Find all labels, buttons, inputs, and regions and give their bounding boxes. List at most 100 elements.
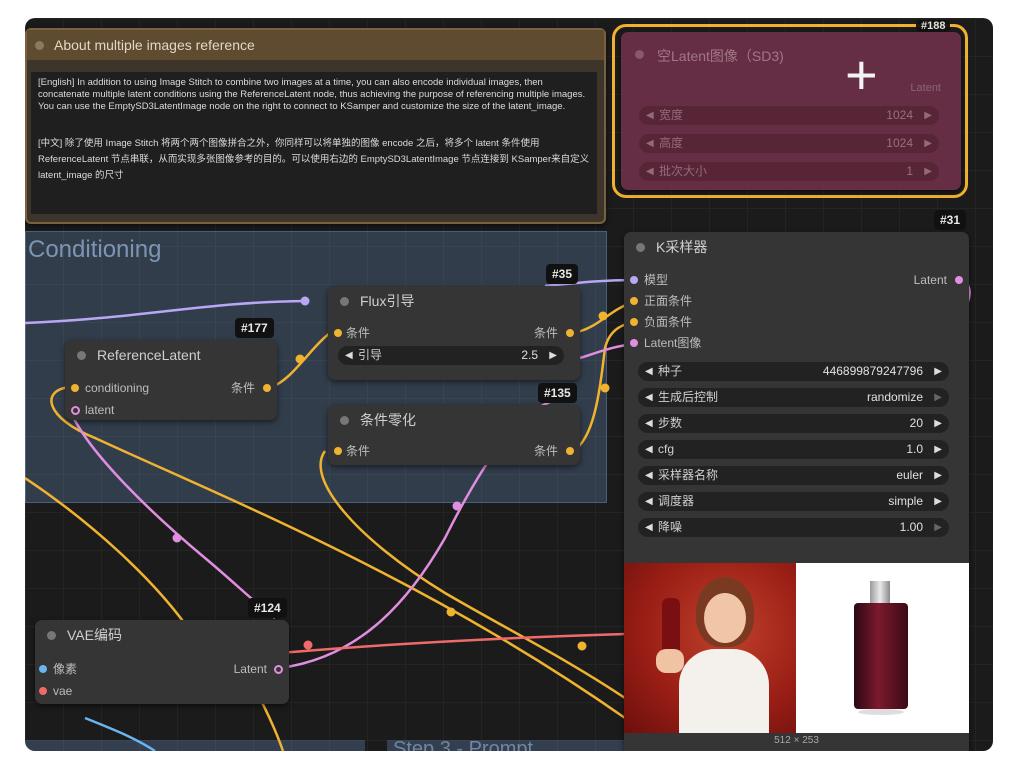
collapse-dot[interactable] [636, 243, 645, 252]
right-arrow-icon[interactable]: ▶ [924, 106, 932, 125]
widget-label: 高度 [659, 136, 684, 150]
left-arrow-icon[interactable]: ◀ [646, 106, 654, 125]
guidance-widget[interactable]: ◀ 引导 2.5 ▶ [338, 346, 564, 365]
collapse-dot[interactable] [635, 50, 644, 59]
note-body[interactable]: [English] In addition to using Image Sti… [31, 72, 597, 214]
right-arrow-icon[interactable]: ▶ [934, 414, 942, 433]
input-label-conditioning: conditioning [85, 381, 150, 395]
preview-image[interactable]: 512 × 253 [624, 563, 969, 746]
conditioning-output-port[interactable] [263, 384, 271, 392]
collapse-dot[interactable] [77, 351, 86, 360]
left-arrow-icon[interactable]: ◀ [645, 492, 653, 511]
conditioning-input-port[interactable] [334, 447, 342, 455]
left-arrow-icon[interactable]: ◀ [645, 518, 653, 537]
node-id-badge: #177 [235, 318, 274, 338]
right-arrow-icon[interactable]: ▶ [934, 518, 942, 537]
widget-label: 生成后控制 [658, 390, 719, 404]
left-arrow-icon[interactable]: ◀ [645, 388, 653, 407]
right-arrow-icon[interactable]: ▶ [934, 492, 942, 511]
ksampler-widget[interactable]: ◀ 种子 446899879247796 ▶ [638, 362, 949, 381]
latent-widget[interactable]: ◀ 高度 1024 ▶ [639, 134, 939, 153]
latent-widget[interactable]: ◀ 批次大小 1 ▶ [639, 162, 939, 181]
preview-person-image [624, 563, 796, 733]
output-label: 条件 [533, 444, 558, 458]
note-chinese-text: [中文] 除了使用 Image Stitch 将两个两个图像拼合之外，你同样可以… [38, 138, 590, 181]
widget-label: 降噪 [658, 520, 683, 534]
left-arrow-icon[interactable]: ◀ [645, 362, 653, 381]
right-arrow-icon[interactable]: ▶ [934, 388, 942, 407]
widget-value: 1.0 [906, 442, 923, 456]
ksampler-node[interactable]: #31 K采样器 模型 正面条件 负面条件 Latent图像 Latent ◀ 种… [624, 210, 969, 751]
right-arrow-icon[interactable]: ▶ [934, 440, 942, 459]
left-arrow-icon[interactable]: ◀ [345, 346, 353, 365]
collapse-dot[interactable] [340, 297, 349, 306]
vae-input-port[interactable] [39, 687, 47, 695]
note-header[interactable]: About multiple images reference [27, 30, 604, 60]
ksampler-widget[interactable]: ◀ cfg 1.0 ▶ [638, 440, 949, 459]
ksampler-widget[interactable]: ◀ 降噪 1.00 ▶ [638, 518, 949, 537]
zero-conditioning-node[interactable]: #135 条件零化 条件 条件 [328, 383, 580, 465]
left-arrow-icon[interactable]: ◀ [645, 414, 653, 433]
conditioning-input-port[interactable] [71, 384, 79, 392]
widget-label: 采样器名称 [658, 468, 719, 482]
collapse-dot[interactable] [35, 41, 44, 50]
node-title: 条件零化 [360, 412, 416, 428]
right-arrow-icon[interactable]: ▶ [934, 466, 942, 485]
node-title: VAE编码 [67, 627, 122, 643]
left-arrow-icon[interactable]: ◀ [645, 466, 653, 485]
workflow-canvas[interactable]: Conditioning Step 3 - Prompt About multi… [25, 18, 993, 751]
pixels-input-port[interactable] [39, 665, 47, 673]
model-input-port[interactable] [630, 276, 638, 284]
widget-value: euler [896, 468, 923, 482]
latent-output-port[interactable] [955, 276, 963, 284]
positive-input-port[interactable] [630, 297, 638, 305]
preview-caption: 512 × 253 [774, 735, 819, 746]
output-label: 条件 [533, 326, 558, 340]
latent-output-port[interactable] [274, 665, 283, 674]
left-arrow-icon[interactable]: ◀ [646, 162, 654, 181]
node-title: Flux引导 [360, 293, 415, 309]
widget-value: 1024 [886, 108, 913, 122]
left-arrow-icon[interactable]: ◀ [646, 134, 654, 153]
widget-label: 宽度 [659, 108, 684, 122]
left-arrow-icon[interactable]: ◀ [645, 440, 653, 459]
note-node[interactable]: About multiple images reference [English… [25, 28, 606, 224]
input-label-vae: vae [53, 684, 73, 698]
widget-value: randomize [866, 390, 923, 404]
latent-output-label: Latent [910, 82, 941, 94]
widget-value: 1 [906, 164, 913, 178]
collapse-dot[interactable] [47, 631, 56, 640]
conditioning-output-port[interactable] [566, 329, 574, 337]
widget-label: 调度器 [658, 494, 695, 508]
flux-guidance-node[interactable]: #35 Flux引导 条件 条件 ◀ 引导 2.5 ▶ [328, 264, 580, 380]
note-english-text: [English] In addition to using Image Sti… [38, 77, 586, 112]
input-label-model: 模型 [644, 273, 669, 287]
node-id-badge: #135 [538, 383, 577, 403]
widget-value: 1024 [886, 136, 913, 150]
negative-input-port[interactable] [630, 318, 638, 326]
reference-latent-node[interactable]: #177 ReferenceLatent conditioning 条件 lat… [65, 318, 277, 420]
input-label-pixels: 像素 [53, 662, 78, 676]
right-arrow-icon[interactable]: ▶ [924, 162, 932, 181]
note-title: About multiple images reference [54, 37, 255, 53]
output-label-latent: Latent [913, 273, 947, 287]
input-label-negative: 负面条件 [644, 315, 693, 329]
node-title: 空Latent图像（SD3) [657, 48, 784, 64]
ksampler-widget[interactable]: ◀ 采样器名称 euler ▶ [638, 466, 949, 485]
right-arrow-icon[interactable]: ▶ [924, 134, 932, 153]
conditioning-input-port[interactable] [334, 329, 342, 337]
ksampler-widget[interactable]: ◀ 调度器 simple ▶ [638, 492, 949, 511]
right-arrow-icon[interactable]: ▶ [934, 362, 942, 381]
conditioning-output-port[interactable] [566, 447, 574, 455]
vae-encode-node[interactable]: #124 VAE编码 像素 vae Latent [35, 598, 289, 704]
ksampler-widget[interactable]: ◀ 步数 20 ▶ [638, 414, 949, 433]
ksampler-widget[interactable]: ◀ 生成后控制 randomize ▶ [638, 388, 949, 407]
latent-input-port[interactable] [71, 406, 80, 415]
latent-widget[interactable]: ◀ 宽度 1024 ▶ [639, 106, 939, 125]
empty-latent-node[interactable]: #188 空Latent图像（SD3) Latent ◀ 宽度 1024 ▶ ◀ 高度 10… [621, 20, 961, 190]
collapse-dot[interactable] [340, 416, 349, 425]
widget-label: 步数 [658, 416, 683, 430]
cond-wire-bottom-left [25, 476, 197, 639]
latent-image-input-port[interactable] [630, 339, 638, 347]
right-arrow-icon[interactable]: ▶ [549, 346, 557, 365]
